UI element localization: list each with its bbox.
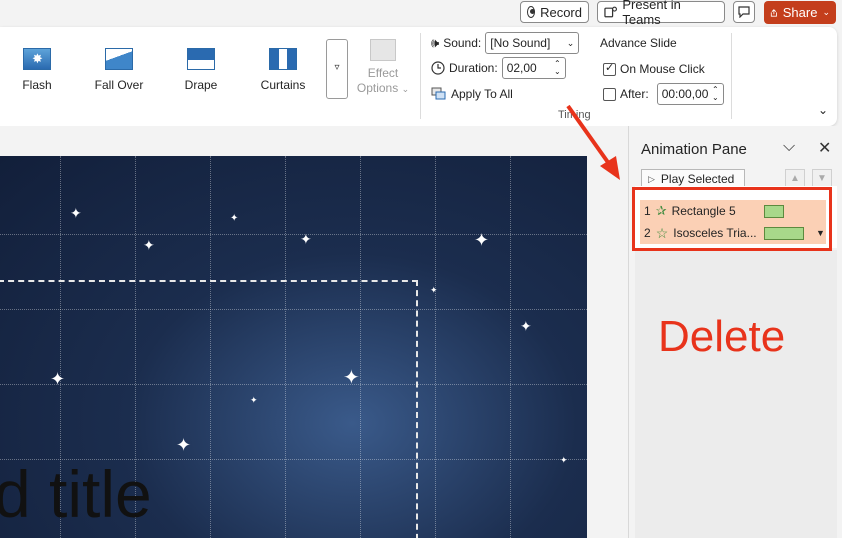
animation-pane-empty-area xyxy=(635,250,837,538)
sound-value: [No Sound] xyxy=(490,36,551,50)
star-decoration: ✦ xyxy=(430,285,438,295)
effect-options-icon xyxy=(370,39,396,61)
highlight-box xyxy=(632,187,832,251)
chevron-down-icon: ⌄ xyxy=(822,7,830,17)
transition-label: Drape xyxy=(184,78,218,92)
clock-icon xyxy=(431,61,445,75)
drape-transition-icon xyxy=(187,48,215,70)
transition-label: Flash xyxy=(22,78,52,92)
play-icon: ▷ xyxy=(648,173,655,184)
advance-slide-heading: Advance Slide xyxy=(600,36,677,50)
advance-slide-label: Advance Slide xyxy=(600,36,677,50)
comment-icon xyxy=(738,6,750,18)
chevron-down-icon: ⌄ xyxy=(566,37,575,48)
transition-drape[interactable]: Drape xyxy=(166,48,236,92)
ribbon-divider xyxy=(731,33,732,119)
record-button[interactable]: Record xyxy=(520,1,589,23)
chevron-down-icon: ▿ xyxy=(334,62,340,73)
flash-transition-icon: ✸ xyxy=(23,48,51,70)
star-decoration: ✦ xyxy=(520,318,532,334)
apply-to-all-icon xyxy=(431,87,446,100)
apply-to-all-button[interactable]: Apply To All xyxy=(431,87,513,101)
effect-options-label-1: Effect xyxy=(367,66,399,80)
effect-options-label-2: Options xyxy=(356,81,399,95)
animation-pane-title: Animation Pane xyxy=(641,141,747,158)
star-decoration: ✦ xyxy=(474,230,490,250)
gallery-more-button[interactable]: ▿ xyxy=(326,39,348,99)
delete-annotation-text: Delete xyxy=(658,312,786,361)
play-selected-label: Play Selected xyxy=(660,172,735,186)
gridline xyxy=(435,156,436,538)
after-checkbox[interactable] xyxy=(603,87,616,101)
star-decoration: ✦ xyxy=(230,213,239,224)
slide-canvas[interactable]: ✦ ✦ ✦ ✦ ✦ ✦ ✦ ✦ ✦ ✦ ✦ ✦ d title xyxy=(0,156,587,538)
gridline xyxy=(0,234,587,235)
spinner-arrows-icon[interactable]: ⌃ ⌄ xyxy=(554,60,561,76)
teams-icon xyxy=(604,6,617,18)
duration-spinner[interactable]: 02,00 ⌃ ⌄ xyxy=(501,57,566,79)
apply-to-all-label: Apply To All xyxy=(451,87,513,101)
after-time-spinner[interactable]: 00:00,00 ⌃ ⌄ xyxy=(656,83,724,105)
on-mouse-click-option[interactable]: On Mouse Click xyxy=(603,61,705,76)
speaker-icon: 🕪 xyxy=(431,35,440,50)
fall-over-transition-icon xyxy=(105,48,133,70)
duration-row: Duration: 02,00 ⌃ ⌄ xyxy=(431,57,566,79)
slide-editing-area: ✦ ✦ ✦ ✦ ✦ ✦ ✦ ✦ ✦ ✦ ✦ ✦ d title xyxy=(0,126,628,538)
gridline xyxy=(510,156,511,538)
star-decoration: ✦ xyxy=(70,205,82,221)
effect-options-button[interactable]: Effect Options ⌄ xyxy=(352,37,414,97)
after-time-value: 00:00,00 xyxy=(661,87,709,101)
sound-label: Sound: xyxy=(443,36,482,50)
present-in-teams-button[interactable]: Present in Teams xyxy=(597,0,725,27)
star-decoration: ✦ xyxy=(300,231,312,247)
teams-label: Present in Teams xyxy=(622,0,681,27)
comments-button[interactable] xyxy=(733,1,755,23)
close-icon[interactable]: ✕ xyxy=(818,138,831,158)
record-icon xyxy=(527,6,536,18)
share-icon xyxy=(770,8,777,17)
on-mouse-click-checkbox[interactable] xyxy=(603,61,616,76)
transition-fall-over[interactable]: Fall Over xyxy=(84,48,154,92)
slide-title-text[interactable]: d title xyxy=(0,456,152,532)
duration-value: 02,00 xyxy=(506,61,537,75)
transition-label: Curtains xyxy=(260,78,306,92)
spinner-arrows-icon[interactable]: ⌃ ⌄ xyxy=(712,86,719,102)
share-button[interactable]: Share ⌄ xyxy=(764,1,836,24)
sound-dropdown[interactable]: [No Sound] ⌄ xyxy=(485,32,580,54)
star-decoration: ✦ xyxy=(560,455,568,465)
transition-flash[interactable]: ✸ Flash xyxy=(2,48,72,92)
record-label: Record xyxy=(540,4,582,20)
curtains-transition-icon xyxy=(269,48,297,70)
transitions-ribbon: ✸ Flash Fall Over Drape Curtains ▿ Effec… xyxy=(0,27,837,126)
duration-label: Duration: xyxy=(449,61,498,75)
ribbon-divider xyxy=(420,33,421,119)
title-bar: Record Present in Teams Share ⌄ xyxy=(0,0,842,27)
annotation-arrow-icon xyxy=(566,104,620,180)
share-label: Share xyxy=(782,5,818,20)
chevron-down-icon: ⌄ xyxy=(401,84,410,94)
sound-row: 🕪 Sound: [No Sound] ⌄ xyxy=(431,32,580,54)
collapse-ribbon-icon[interactable]: ⌄ xyxy=(818,103,828,117)
after-label: After: xyxy=(620,87,649,101)
on-mouse-click-label: On Mouse Click xyxy=(620,62,705,76)
transition-label: Fall Over xyxy=(94,78,144,92)
transition-curtains[interactable]: Curtains xyxy=(248,48,318,92)
star-decoration: ✦ xyxy=(143,237,155,253)
pane-options-chevron-icon[interactable]: ⌵ xyxy=(783,138,795,156)
